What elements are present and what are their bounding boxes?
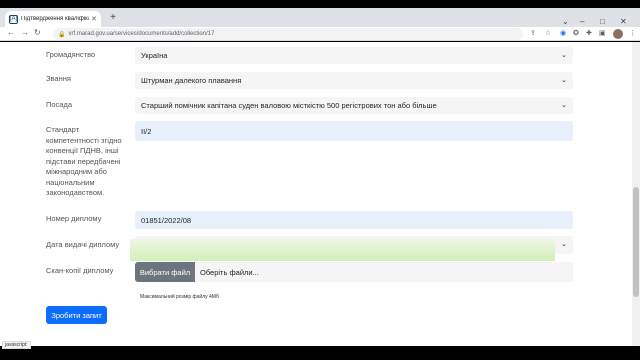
new-tab-button[interactable]: + bbox=[107, 12, 119, 24]
file-input[interactable]: Оберіть файли... bbox=[195, 262, 573, 282]
diploma-number-value: 01851/2022/08 bbox=[141, 215, 192, 225]
tab-bar: [A] Підтвердження кваліфікації м... ✕ + … bbox=[0, 8, 640, 27]
sidebar-icon[interactable]: ▣ bbox=[599, 29, 606, 37]
rank-label: Звання bbox=[46, 74, 71, 83]
file-placeholder: Оберіть файли... bbox=[200, 267, 259, 277]
position-label: Посада bbox=[46, 100, 73, 109]
chevron-down-icon: ⌄ bbox=[561, 52, 567, 59]
star-icon[interactable]: ☆ bbox=[545, 29, 551, 37]
page-content: Громадянство Україна ⌄ Звання Штурман да… bbox=[0, 42, 632, 346]
standard-label: Стандарт компетентності згідно конвенції… bbox=[46, 125, 122, 197]
position-select[interactable]: Старший помічник капітана суден валовою … bbox=[135, 97, 573, 114]
choose-file-button[interactable]: Вибрати файл bbox=[135, 262, 195, 282]
forward-icon[interactable]: → bbox=[21, 28, 29, 37]
minimize-button[interactable]: – bbox=[580, 17, 584, 26]
maximize-button[interactable]: □ bbox=[600, 17, 605, 26]
rank-value: Штурман далекого плавання bbox=[141, 76, 242, 85]
url-text: vrf.marad.gov.ua/services/documents/add/… bbox=[68, 31, 215, 37]
citizenship-select[interactable]: Україна ⌄ bbox=[135, 47, 573, 64]
diploma-number-input[interactable]: 01851/2022/08 bbox=[135, 211, 573, 229]
letterbox-top bbox=[0, 0, 640, 8]
avatar[interactable] bbox=[613, 29, 623, 39]
standard-value: II/2 bbox=[141, 126, 152, 136]
issue-date-label: Дата видачі диплому bbox=[46, 240, 120, 249]
lock-icon[interactable]: 🔒 bbox=[58, 31, 65, 38]
position-value: Старший помічник капітана суден валовою … bbox=[141, 101, 437, 110]
letterbox-bottom bbox=[0, 346, 640, 360]
extension-icon[interactable]: ✪ bbox=[573, 29, 579, 37]
reload-icon[interactable]: ↻ bbox=[34, 28, 41, 37]
standard-input[interactable]: II/2 bbox=[135, 121, 573, 141]
chevron-down-icon: ⌄ bbox=[561, 77, 567, 84]
extension-icon[interactable]: ◉ bbox=[560, 29, 566, 37]
chevron-down-icon: ⌄ bbox=[561, 102, 567, 109]
scan-label: Скан-копії диплому bbox=[46, 266, 114, 275]
diploma-number-label: Номер диплому bbox=[46, 214, 102, 223]
citizenship-value: Україна bbox=[141, 51, 168, 60]
page-scrollbar[interactable] bbox=[632, 42, 640, 346]
submit-request-button[interactable]: Зробити запит bbox=[46, 306, 107, 324]
rank-select[interactable]: Штурман далекого плавання ⌄ bbox=[135, 72, 573, 89]
address-bar[interactable]: 🔒 vrf.marad.gov.ua/services/documents/ad… bbox=[53, 28, 523, 40]
puzzle-icon[interactable]: ✚ bbox=[586, 29, 592, 37]
citizenship-label: Громадянство bbox=[46, 50, 96, 59]
chevron-down-icon: ⌄ bbox=[561, 241, 567, 248]
file-size-hint: Максимальний розмір файлу 4Мб bbox=[140, 294, 219, 300]
back-icon[interactable]: ← bbox=[7, 28, 15, 37]
status-bar: javascript: bbox=[2, 341, 31, 349]
close-window-button[interactable]: ✕ bbox=[620, 17, 627, 26]
tab-title: Підтвердження кваліфікації м... bbox=[21, 16, 89, 22]
chevron-down-icon[interactable]: ⌄ bbox=[562, 17, 569, 26]
close-tab-icon[interactable]: ✕ bbox=[91, 15, 97, 23]
site-favicon-icon: [A] bbox=[9, 14, 18, 24]
menu-icon[interactable]: ⋮ bbox=[629, 29, 636, 37]
browser-tab[interactable]: [A] Підтвердження кваліфікації м... ✕ bbox=[5, 11, 101, 27]
browser-toolbar: ← → ↻ 🔒 vrf.marad.gov.ua/services/docume… bbox=[0, 27, 640, 41]
share-icon[interactable]: ⇪ bbox=[530, 29, 536, 37]
scrollbar-thumb[interactable] bbox=[633, 187, 639, 297]
autofill-highlight bbox=[130, 239, 555, 261]
